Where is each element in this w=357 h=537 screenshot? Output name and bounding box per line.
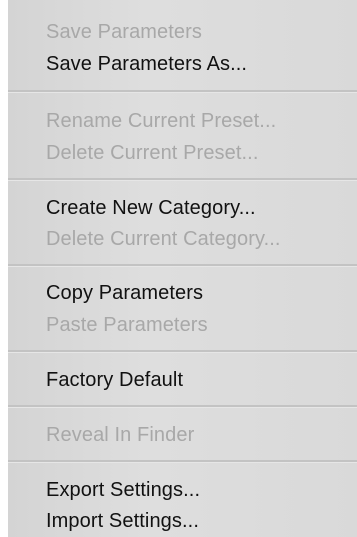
menu-item-create-new-category[interactable]: Create New Category... <box>46 196 256 220</box>
menu-separator <box>8 405 357 408</box>
menu-item-delete-current-category[interactable]: Delete Current Category... <box>46 227 281 251</box>
menu-item-rename-current-preset[interactable]: Rename Current Preset... <box>46 109 276 133</box>
menu-item-copy-parameters[interactable]: Copy Parameters <box>46 281 203 305</box>
menu-item-import-settings[interactable]: Import Settings... <box>46 509 199 533</box>
menu-item-export-settings[interactable]: Export Settings... <box>46 478 200 502</box>
menu-item-factory-default[interactable]: Factory Default <box>46 368 183 392</box>
context-menu: Save Parameters Save Parameters As... Re… <box>8 0 357 537</box>
menu-separator <box>8 350 357 353</box>
menu-item-save-parameters-as[interactable]: Save Parameters As... <box>46 52 247 76</box>
menu-separator <box>8 460 357 463</box>
menu-separator <box>8 178 357 181</box>
menu-separator <box>8 264 357 267</box>
menu-item-reveal-in-finder[interactable]: Reveal In Finder <box>46 423 194 447</box>
menu-item-save-parameters[interactable]: Save Parameters <box>46 20 202 44</box>
menu-item-delete-current-preset[interactable]: Delete Current Preset... <box>46 141 259 165</box>
menu-item-paste-parameters[interactable]: Paste Parameters <box>46 313 208 337</box>
menu-separator <box>8 90 357 93</box>
